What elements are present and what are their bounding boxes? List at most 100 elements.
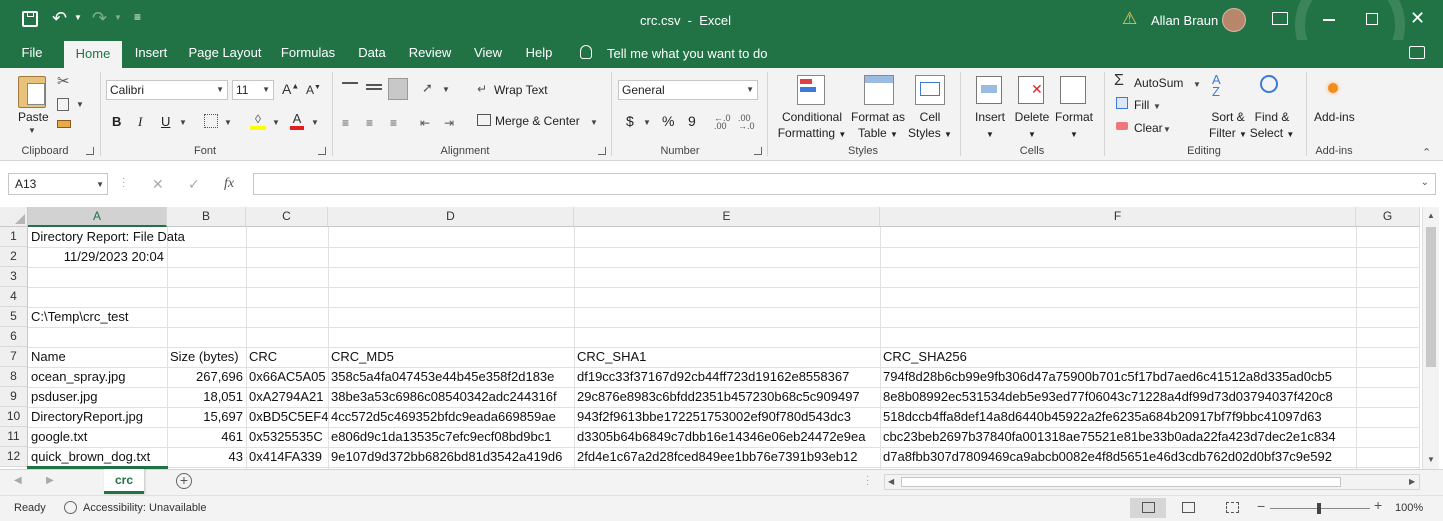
paste-button[interactable]: Paste (18, 110, 49, 124)
clear-dropdown-icon[interactable]: ▼ (1163, 125, 1171, 134)
row-header-1[interactable]: 1 (0, 227, 28, 247)
autosum-button[interactable]: AutoSum (1134, 76, 1183, 90)
column-header-g[interactable]: G (1356, 207, 1420, 227)
cell-b12[interactable]: 43 (167, 447, 246, 467)
sort-filter-icon[interactable]: AZ (1212, 73, 1221, 98)
borders-dropdown-icon[interactable]: ▼ (224, 118, 232, 127)
tab-view[interactable]: View (468, 40, 508, 68)
zoom-in-button[interactable]: + (1374, 497, 1382, 513)
add-ins-button[interactable]: Add-ins (1314, 110, 1355, 124)
format-button[interactable]: Format ▼ (1052, 109, 1096, 143)
scroll-up-icon[interactable]: ▲ (1427, 211, 1435, 220)
wrap-text-icon[interactable]: ↵ (477, 82, 487, 96)
avatar[interactable] (1222, 8, 1246, 32)
align-left-icon[interactable]: ≡ (342, 116, 349, 130)
redo-icon[interactable]: ↷ (92, 8, 107, 29)
cell-c9[interactable]: 0xA2794A21 (246, 387, 328, 407)
sheet-tab-crc[interactable]: crc (104, 469, 144, 494)
align-middle-icon[interactable] (366, 84, 382, 90)
cell-e7[interactable]: CRC_SHA1 (574, 347, 880, 367)
cell-e11[interactable]: d3305b64b6849c7dbb16e14346e06eb24472e9ea (574, 427, 880, 447)
cell-b11[interactable]: 461 (167, 427, 246, 447)
merge-dropdown-icon[interactable]: ▼ (590, 118, 598, 127)
cell-d9[interactable]: 38be3a53c6986c08540342adc244316f (328, 387, 574, 407)
vertical-scrollbar[interactable]: ▲ ▼ (1422, 207, 1439, 469)
cell-e10[interactable]: 943f2f9613bbe172251753002ef90f780d543dc3 (574, 407, 880, 427)
merge-center-icon[interactable] (477, 114, 491, 126)
font-color-icon[interactable]: A (290, 111, 304, 130)
warning-icon[interactable]: ⚠ (1122, 9, 1137, 29)
cell-c8[interactable]: 0x66AC5A05 (246, 367, 328, 387)
row-header-5[interactable]: 5 (0, 307, 28, 327)
decrease-indent-icon[interactable]: ⇤ (420, 116, 430, 130)
number-format-select[interactable]: General ▼ (618, 80, 758, 100)
currency-dropdown-icon[interactable]: ▼ (643, 118, 651, 127)
tab-data[interactable]: Data (352, 40, 392, 68)
cell-f12[interactable]: d7a8fbb307d7809469ca9abcb0082e4f8d5651e4… (880, 447, 1356, 467)
cell-b7[interactable]: Size (bytes) (167, 347, 246, 367)
scroll-sheets-left-icon[interactable]: ◀ (14, 475, 22, 486)
cell-e12[interactable]: 2fd4e1c67a2d28fced849ee1bb76e7391b93eb12 (574, 447, 880, 467)
fill-color-dropdown-icon[interactable]: ▼ (272, 118, 280, 127)
format-cells-icon[interactable] (1060, 76, 1086, 104)
cell-d11[interactable]: e806d9c1da13535c7efc9ecf08bd9bc1 (328, 427, 574, 447)
tab-help[interactable]: Help (518, 40, 560, 68)
row-header-8[interactable]: 8 (0, 367, 28, 387)
underline-dropdown-icon[interactable]: ▼ (179, 118, 187, 127)
decrease-decimal-icon[interactable]: .00 →.0 (738, 114, 755, 131)
page-break-view-icon[interactable] (1226, 502, 1239, 513)
ribbon-display-options-icon[interactable] (1272, 12, 1288, 25)
zoom-slider-thumb[interactable] (1317, 503, 1321, 514)
tab-formulas[interactable]: Formulas (276, 40, 340, 68)
format-painter-icon[interactable] (57, 120, 71, 128)
font-launcher-icon[interactable] (318, 147, 326, 155)
paste-icon[interactable] (18, 76, 46, 108)
wrap-text-button[interactable]: Wrap Text (494, 83, 548, 97)
horizontal-scrollbar[interactable]: ◀ ▶ (884, 474, 1420, 490)
cell-f7[interactable]: CRC_SHA256 (880, 347, 1356, 367)
column-header-f[interactable]: F (880, 207, 1356, 227)
align-right-icon[interactable]: ≡ (390, 116, 397, 130)
underline-button[interactable]: U (161, 114, 170, 129)
tell-me-search[interactable]: Tell me what you want to do (607, 46, 767, 61)
fill-dropdown-icon[interactable]: ▼ (1153, 102, 1161, 111)
cell-b10[interactable]: 15,697 (167, 407, 246, 427)
italic-button[interactable]: I (138, 114, 142, 130)
select-all-corner[interactable] (0, 207, 28, 227)
delete-button[interactable]: Delete ▼ (1010, 109, 1054, 143)
cell-f11[interactable]: cbc23beb2697b37840fa001318ae75521e81be33… (880, 427, 1356, 447)
cell-a12[interactable]: quick_brown_dog.txt (28, 447, 167, 467)
conditional-formatting-button[interactable]: Conditional Formatting ▼ (775, 109, 849, 143)
column-header-d[interactable]: D (328, 207, 574, 227)
normal-view-icon[interactable] (1130, 498, 1166, 518)
clipboard-launcher-icon[interactable] (86, 147, 94, 155)
page-layout-view-icon[interactable] (1182, 502, 1195, 513)
undo-icon[interactable]: ↶ (52, 8, 67, 29)
confirm-entry-icon[interactable]: ✓ (188, 176, 200, 193)
save-icon[interactable] (22, 11, 38, 27)
zoom-out-button[interactable]: − (1257, 498, 1265, 514)
redo-dropdown-icon[interactable]: ▼ (114, 13, 122, 22)
row-header-10[interactable]: 10 (0, 407, 28, 427)
fill-button[interactable]: Fill (1134, 98, 1149, 112)
scroll-sheets-right-icon[interactable]: ▶ (46, 475, 54, 486)
bold-button[interactable]: B (112, 114, 121, 129)
copy-icon[interactable] (57, 98, 69, 111)
eraser-icon[interactable] (1116, 122, 1128, 130)
cell-a10[interactable]: DirectoryReport.jpg (28, 407, 167, 427)
cell-f9[interactable]: 8e8b08992ec531534deb5e93ed77f06043c71228… (880, 387, 1356, 407)
column-header-b[interactable]: B (167, 207, 246, 227)
fill-icon[interactable] (1116, 97, 1128, 109)
currency-button[interactable]: $ (626, 113, 634, 129)
cancel-entry-icon[interactable]: ✕ (152, 176, 164, 193)
user-name[interactable]: Allan Braun (1151, 13, 1218, 28)
insert-function-icon[interactable]: fx (224, 176, 234, 192)
cell-a8[interactable]: ocean_spray.jpg (28, 367, 167, 387)
fill-color-icon[interactable]: ◊ (250, 112, 266, 130)
tab-insert[interactable]: Insert (128, 40, 174, 68)
increase-indent-icon[interactable]: ⇥ (444, 116, 454, 130)
cell-e9[interactable]: 29c876e8983c6bfdd2351b457230b68c5c909497 (574, 387, 880, 407)
zoom-slider[interactable] (1270, 503, 1370, 514)
cell-styles-button[interactable]: Cell Styles ▼ (905, 109, 955, 143)
scroll-right-icon[interactable]: ▶ (1409, 477, 1415, 486)
